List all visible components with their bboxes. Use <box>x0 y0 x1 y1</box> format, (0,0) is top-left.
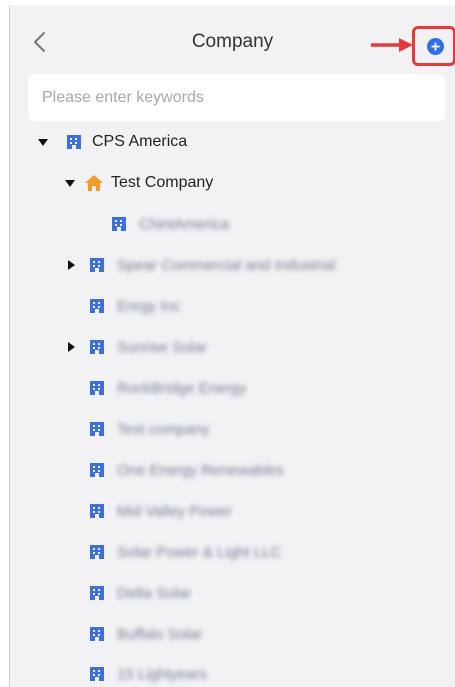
tree-node-label: Solar Power & Light LLC <box>117 543 282 561</box>
tree-node-test-company[interactable]: Test Company <box>65 168 213 198</box>
tree-node-cps-america[interactable]: CPS America <box>38 127 187 157</box>
tree-node[interactable]: One Energy Renewables <box>89 455 284 485</box>
tree-node-label: One Energy Renewables <box>117 461 284 479</box>
add-company-button[interactable] <box>427 38 444 55</box>
tree-node-label: Buffalo Solar <box>117 625 203 643</box>
tree-node-label: Mid Valley Power <box>117 502 232 520</box>
tree-node-label: CPS America <box>92 133 188 150</box>
header: Company <box>10 5 455 77</box>
home-icon <box>85 175 103 191</box>
tree-node-label: 15 Lightyears <box>117 665 208 683</box>
building-icon <box>89 380 105 396</box>
collapse-caret-icon[interactable] <box>68 260 75 270</box>
building-icon <box>66 134 82 150</box>
tree-node[interactable]: Spear Commercial and Industrial <box>68 250 335 280</box>
search-box <box>28 74 445 121</box>
tree-node[interactable]: Enrgy Inc <box>89 291 180 321</box>
tree-node-label: ChintAmerica <box>139 215 230 233</box>
building-icon <box>89 339 105 355</box>
company-screen: Company CPS America Test Comp <box>10 5 455 687</box>
building-icon <box>89 257 105 273</box>
building-icon <box>89 626 105 642</box>
tree-node-label: Sunrise Solar <box>117 338 208 356</box>
building-icon <box>111 216 127 232</box>
collapse-caret-icon[interactable] <box>68 342 75 352</box>
tree-node[interactable]: Buffalo Solar <box>89 619 203 649</box>
expand-caret-icon[interactable] <box>65 179 75 187</box>
tree-node-label: RockBridge Energy <box>117 379 247 397</box>
tree-node-label: Test Company <box>111 174 214 191</box>
tree-node[interactable]: Mid Valley Power <box>89 496 232 526</box>
tree-node[interactable]: Test company <box>89 414 210 444</box>
expand-caret-icon[interactable] <box>38 138 48 146</box>
tree-node[interactable]: Delta Solar <box>89 578 191 608</box>
building-icon <box>89 421 105 437</box>
plus-circle-icon <box>431 42 440 51</box>
building-icon <box>89 503 105 519</box>
building-icon <box>89 666 105 682</box>
tree-node[interactable]: Sunrise Solar <box>68 332 207 362</box>
tree-node-label: Enrgy Inc <box>117 297 181 315</box>
building-icon <box>89 585 105 601</box>
tree-node-label: Test company <box>117 420 210 438</box>
search-input[interactable] <box>40 87 433 108</box>
tree-node[interactable]: RockBridge Energy <box>89 373 246 403</box>
tree-node-label: Delta Solar <box>117 584 192 602</box>
add-button-highlight <box>412 26 455 66</box>
tree-node[interactable]: Solar Power & Light LLC <box>89 537 281 567</box>
tree-node[interactable]: 15 Lightyears <box>89 659 207 687</box>
tree-node[interactable]: ChintAmerica <box>111 209 229 239</box>
building-icon <box>89 544 105 560</box>
building-icon <box>89 298 105 314</box>
tree-node-label: Spear Commercial and Industrial <box>117 256 336 274</box>
building-icon <box>89 462 105 478</box>
annotation-arrow-icon <box>371 38 413 52</box>
